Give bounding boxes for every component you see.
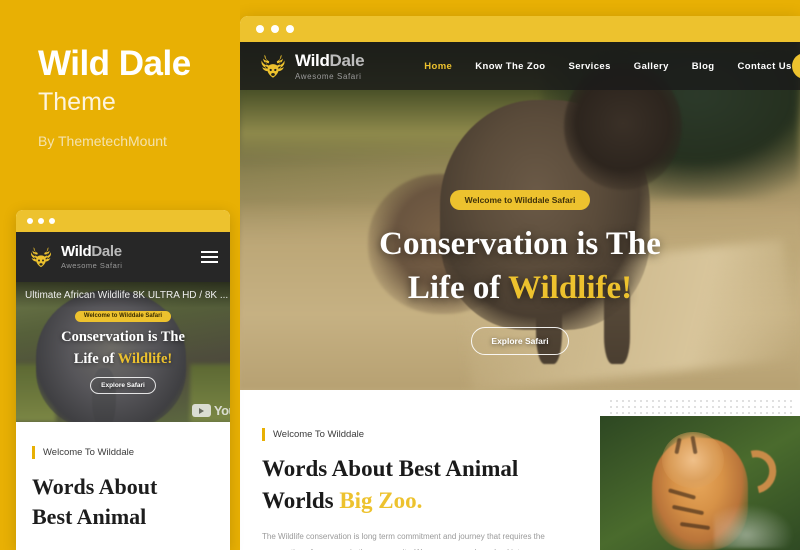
desktop-hero-headline: Conservation is The Life of Wildlife! (379, 226, 661, 307)
promo-title: Wild Dale (38, 44, 191, 83)
water-splash-decor (714, 504, 794, 548)
youtube-watermark-icon[interactable]: You (191, 403, 230, 418)
mobile-section-heading: Words About Best Animal (32, 474, 158, 530)
nav-item-gallery[interactable]: Gallery (634, 61, 669, 72)
window-dot-close[interactable] (27, 218, 33, 224)
desktop-logo-text: WildDale (295, 50, 365, 70)
desktop-logo-tagline: Awesome Safari (295, 71, 362, 81)
nav-item-contact-us[interactable]: Contact Us (738, 61, 792, 72)
mobile-hero-content: Welcome to Wilddale Safari Conservation … (16, 304, 230, 394)
window-dot-maximize[interactable] (286, 25, 294, 33)
desktop-eyebrow-text: Welcome To Wilddale (273, 429, 364, 440)
promo-brand-block: Wild Dale Theme By ThemetechMount (38, 44, 238, 149)
desktop-window-titlebar (240, 16, 800, 42)
desktop-section-paragraph: The Wildlife conservation is long term c… (262, 532, 545, 550)
mobile-logo-tagline: Awesome Safari (61, 261, 123, 270)
get-tickets-button[interactable]: Get a Tickets (791, 53, 800, 79)
window-dot-maximize[interactable] (49, 218, 55, 224)
desktop-hero-section: WildDale Awesome Safari Home Know The Zo… (240, 42, 800, 390)
nav-item-know-the-zoo[interactable]: Know The Zoo (475, 61, 545, 72)
mobile-eyebrow-text: Welcome To Wilddale (43, 447, 134, 458)
mobile-navbar: WildDale Awesome Safari (16, 232, 230, 282)
desktop-hero-content: Welcome to Wilddale Safari Conservation … (240, 190, 800, 356)
mobile-hero-badge: Welcome to Wilddale Safari (74, 310, 172, 322)
mobile-hero-section: Ultimate African Wildlife 8K ULTRA HD / … (16, 282, 230, 422)
hamburger-icon[interactable] (201, 251, 218, 263)
eyebrow-accent-bar (262, 428, 265, 441)
promo-subtitle: Theme (38, 87, 116, 116)
mobile-preview-card: WildDale Awesome Safari Ultimate African… (16, 210, 230, 550)
desktop-navbar: WildDale Awesome Safari Home Know The Zo… (240, 42, 800, 90)
mobile-explore-safari-button[interactable]: Explore Safari (90, 376, 156, 394)
youtube-watermark-label: You (213, 403, 230, 418)
desktop-logo[interactable]: WildDale Awesome Safari (258, 50, 365, 81)
window-dot-close[interactable] (256, 25, 264, 33)
desktop-section-heading: Words About Best Animal Worlds Big Zoo. (262, 456, 519, 514)
mobile-logo-text: WildDale (61, 243, 122, 260)
eyebrow-accent-bar (32, 446, 35, 459)
window-dot-minimize[interactable] (271, 25, 279, 33)
nav-item-blog[interactable]: Blog (692, 61, 715, 72)
desktop-nav-menu: Home Know The Zoo Services Gallery Blog … (424, 61, 791, 72)
mobile-hero-headline: Conservation is The Life of Wildlife! (61, 329, 185, 367)
tiger-image (600, 416, 800, 550)
promo-panel: Wild Dale Theme By ThemetechMount WildDa… (0, 0, 240, 550)
promo-author: By ThemetechMount (38, 133, 167, 149)
desktop-hero-badge: Welcome to Wilddale Safari (449, 190, 591, 210)
nav-item-services[interactable]: Services (568, 61, 610, 72)
mobile-window-titlebar (16, 210, 230, 232)
explore-safari-button[interactable]: Explore Safari (471, 327, 569, 356)
mobile-welcome-section: Welcome To Wilddale Words About Best Ani… (16, 422, 230, 533)
desktop-preview-window: WildDale Awesome Safari Home Know The Zo… (240, 16, 800, 550)
desktop-welcome-section: Welcome To Wilddale Words About Best Ani… (240, 390, 800, 550)
window-dot-minimize[interactable] (38, 218, 44, 224)
mobile-logo[interactable]: WildDale Awesome Safari (28, 244, 122, 270)
nav-item-home[interactable]: Home (424, 61, 452, 72)
deer-head-icon (258, 51, 288, 81)
deer-head-icon (28, 244, 54, 270)
mobile-eyebrow: Welcome To Wilddale (32, 446, 214, 459)
